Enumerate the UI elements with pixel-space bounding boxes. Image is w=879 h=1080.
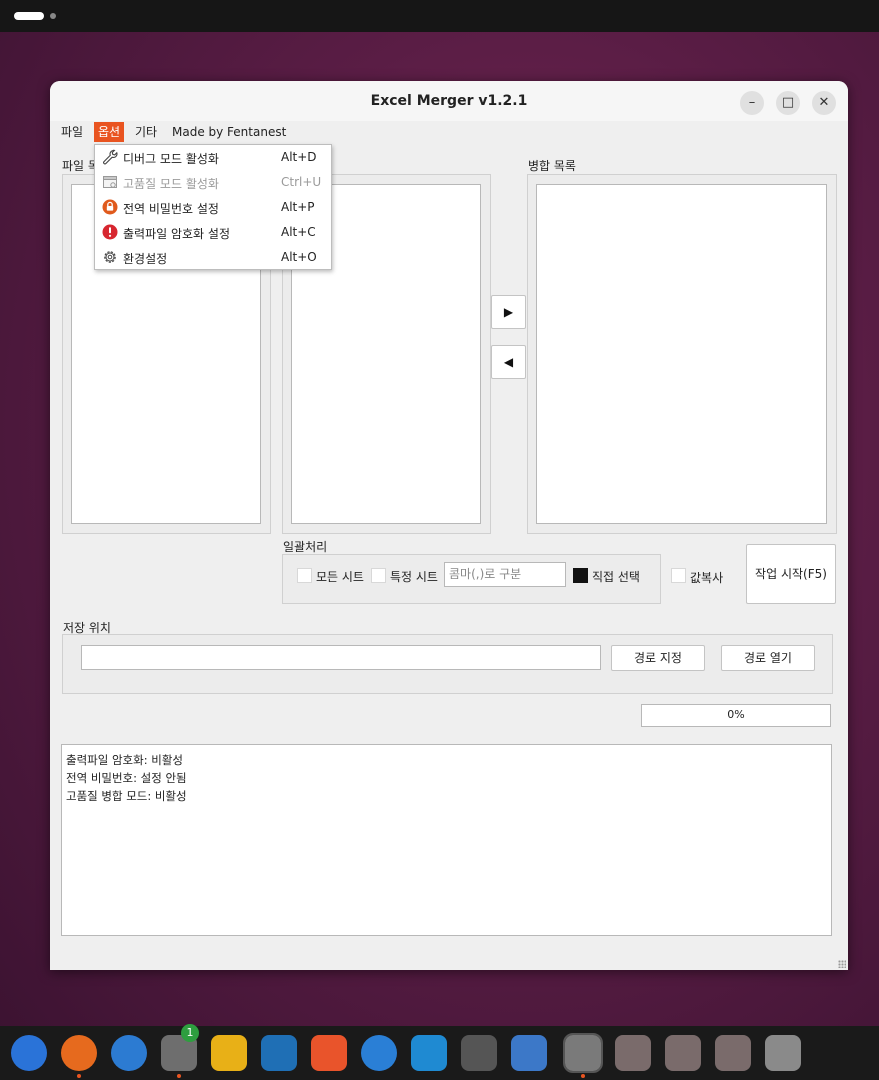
add-to-merge-button[interactable]: ▶ [491,295,526,329]
menu-made-by[interactable]: Made by Fentanest [168,122,290,142]
batch-frame: 모든 시트 특정 시트 콤마(,)로 구분 직접 선택 [282,554,661,604]
merge-list[interactable] [536,184,827,524]
dock: 1 [0,1024,879,1080]
workspace-indicator-active[interactable] [14,12,44,20]
menu-item-shortcut: Alt+P [281,200,315,214]
menu-etc[interactable]: 기타 [131,122,161,142]
running-indicator [77,1074,81,1078]
save-path-input[interactable] [81,645,601,670]
direct-select-checkbox[interactable] [573,568,588,583]
open-path-button[interactable]: 경로 열기 [721,645,815,671]
workspace-indicator[interactable] [50,13,56,19]
specific-sheets-checkbox[interactable] [371,568,386,583]
menu-item-label: 전역 비밀번호 설정 [123,202,219,216]
window-title: Excel Merger v1.2.1 [370,93,528,109]
menu-file[interactable]: 파일 [57,122,87,142]
menu-item-label: 환경설정 [123,252,168,266]
direct-select-label: 직접 선택 [592,570,640,584]
close-button[interactable]: ✕ [812,91,836,115]
menu-item-shortcut: Alt+C [281,225,316,239]
value-copy-label: 값복사 [690,571,724,585]
specific-sheets-label: 특정 시트 [390,570,438,584]
folder-icon[interactable] [615,1035,651,1071]
running-indicator [177,1074,181,1078]
menu-item-label: 디버그 모드 활성화 [123,152,219,166]
remove-from-merge-button[interactable]: ◀ [491,345,526,379]
save-location-frame: 경로 지정 경로 열기 [62,634,833,694]
vmware-icon[interactable] [461,1035,497,1071]
menu-item-shortcut: Alt+O [281,250,317,264]
log-output[interactable]: 출력파일 암호화: 비활성 전역 비밀번호: 설정 안됨 고품질 병합 모드: … [61,744,832,936]
log-line: 고품질 병합 모드: 비활성 [66,789,187,803]
options-dropdown-menu: 디버그 모드 활성화 Alt+D 고품질 모드 활성화 Ctrl+U 전역 비밀… [94,144,332,270]
lock-icon [102,199,118,215]
start-job-button[interactable]: 작업 시작(F5) [746,544,836,604]
vscode-icon[interactable] [411,1035,447,1071]
maximize-button[interactable]: □ [776,91,800,115]
set-path-button[interactable]: 경로 지정 [611,645,705,671]
log-line: 전역 비밀번호: 설정 안됨 [66,771,187,785]
menu-item-debug-mode[interactable]: 디버그 모드 활성화 Alt+D [95,145,331,170]
menu-item-label: 출력파일 암호화 설정 [123,227,230,241]
title-bar[interactable]: Excel Merger v1.2.1 – □ ✕ [50,81,848,121]
settings-icon[interactable] [563,1033,603,1073]
merge-list-label: 병합 목록 [528,159,576,173]
top-panel [0,0,879,32]
window-settings-icon [103,176,117,188]
help-icon[interactable] [361,1035,397,1071]
writer-icon[interactable] [261,1035,297,1071]
gear-icon [104,251,116,263]
merge-list-frame [527,174,837,534]
menu-bar: 파일 옵션 기타 Made by Fentanest [50,121,848,143]
menu-item-preferences[interactable]: 환경설정 Alt+O [95,245,331,270]
text-editor-icon[interactable] [511,1035,547,1071]
all-sheets-label: 모든 시트 [316,570,364,584]
menu-item-shortcut: Ctrl+U [281,175,322,189]
minimize-button[interactable]: – [740,91,764,115]
menu-item-high-quality-mode[interactable]: 고품질 모드 활성화 Ctrl+U [95,170,331,195]
sheet-names-input[interactable]: 콤마(,)로 구분 [444,562,566,587]
folder-icon[interactable] [715,1035,751,1071]
chromium-icon[interactable] [11,1035,47,1071]
app-center-icon[interactable] [311,1035,347,1071]
log-line: 출력파일 암호화: 비활성 [66,753,183,767]
menu-options[interactable]: 옵션 [94,122,125,142]
menu-item-label: 고품질 모드 활성화 [123,177,219,191]
running-indicator [581,1074,585,1078]
menu-item-output-encryption[interactable]: 출력파일 암호화 설정 Alt+C [95,220,331,245]
wrench-icon [103,149,118,165]
trash-icon[interactable] [765,1035,801,1071]
folder-icon[interactable] [665,1035,701,1071]
menu-item-shortcut: Alt+D [281,150,317,164]
notification-badge: 1 [181,1024,199,1042]
batch-label: 일괄처리 [283,540,328,554]
rhythmbox-icon[interactable] [211,1035,247,1071]
value-copy-checkbox[interactable] [671,568,686,583]
thunderbird-icon[interactable] [111,1035,147,1071]
progress-bar: 0% [641,704,831,727]
firefox-icon[interactable] [61,1035,97,1071]
all-sheets-checkbox[interactable] [297,568,312,583]
resize-grip[interactable] [838,960,846,968]
menu-item-global-password[interactable]: 전역 비밀번호 설정 Alt+P [95,195,331,220]
alert-icon [102,224,118,240]
